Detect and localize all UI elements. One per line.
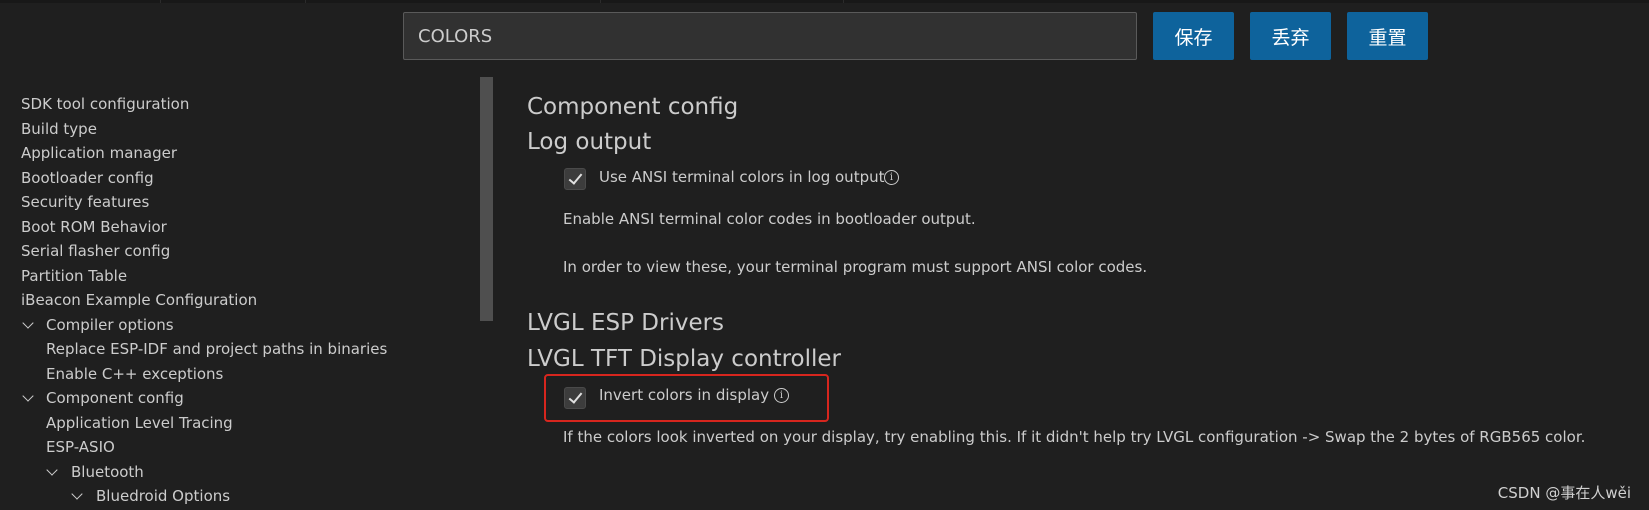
sidebar-item-label: Partition Table <box>21 266 128 285</box>
ansi-colors-checkbox[interactable] <box>564 168 586 190</box>
sidebar-item-boot-rom-behavior[interactable]: Boot ROM Behavior <box>0 215 480 240</box>
sidebar-item-bluedroid-options[interactable]: Bluedroid Options <box>0 484 480 509</box>
sidebar-item-label: Bluetooth <box>71 462 144 481</box>
sidebar-item-compiler-options[interactable]: Compiler options <box>0 313 480 338</box>
sidebar-item-application-manager[interactable]: Application manager <box>0 141 480 166</box>
tab-strip <box>0 0 1649 3</box>
sidebar-item-label: Security features <box>21 193 150 211</box>
tab-separator <box>160 0 161 3</box>
sidebar-item-esp-asio[interactable]: ESP-ASIO <box>0 435 480 460</box>
chevron-down-icon[interactable] <box>46 463 58 476</box>
info-icon[interactable]: i <box>884 170 899 185</box>
sidebar-item-label: SDK tool configuration <box>21 95 190 113</box>
sidebar-item-label: Bluedroid Options <box>96 487 231 505</box>
sidebar-item-label: Serial flasher config <box>21 242 171 260</box>
config-sidebar: SDK tool configuration Build type Applic… <box>0 92 480 509</box>
sidebar-item-label: Replace ESP-IDF and project paths in bin… <box>46 340 388 358</box>
sidebar-item-label: Boot ROM Behavior <box>21 217 167 236</box>
sidebar-item-sdk-tool-configuration[interactable]: SDK tool configuration <box>0 92 480 117</box>
sidebar-item-label: iBeacon Example Configuration <box>21 291 258 309</box>
sidebar-item-bootloader-config[interactable]: Bootloader config <box>0 166 480 191</box>
ansi-colors-option-label: Use ANSI terminal colors in log output <box>599 168 885 186</box>
reset-button[interactable]: 重置 <box>1347 12 1428 60</box>
sidebar-item-label: Build type <box>21 119 97 138</box>
tab-separator <box>843 0 844 3</box>
sidebar-item-label: Application manager <box>21 144 177 162</box>
chevron-down-icon[interactable] <box>71 488 83 500</box>
sidebar-item-label: Bootloader config <box>21 168 154 187</box>
sidebar-item-label: Enable C++ exceptions <box>46 364 224 383</box>
sidebar-item-serial-flasher-config[interactable]: Serial flasher config <box>0 239 480 264</box>
section-title-lvgl-esp-drivers: LVGL ESP Drivers <box>527 310 725 336</box>
sidebar-item-application-level-tracing[interactable]: Application Level Tracing <box>0 411 480 436</box>
section-title-component-config: Component config <box>527 94 739 120</box>
section-subtitle-log-output: Log output <box>527 129 652 155</box>
sidebar-scrollbar[interactable] <box>480 77 493 321</box>
sidebar-item-bluetooth[interactable]: Bluetooth <box>0 460 480 485</box>
sidebar-item-label: Application Level Tracing <box>46 413 233 432</box>
sidebar-item-label: Component config <box>46 389 184 407</box>
highlight-annotation-box <box>544 374 829 422</box>
invert-colors-description: If the colors look inverted on your disp… <box>563 428 1586 446</box>
sidebar-item-label: Compiler options <box>46 315 174 334</box>
section-subtitle-lvgl-tft-display-controller: LVGL TFT Display controller <box>527 346 842 372</box>
tab-separator <box>600 0 601 3</box>
chevron-down-icon[interactable] <box>22 390 34 402</box>
ansi-colors-description: Enable ANSI terminal color codes in boot… <box>563 210 976 228</box>
sidebar-item-partition-table[interactable]: Partition Table <box>0 264 480 289</box>
chevron-down-icon[interactable] <box>22 316 34 329</box>
sidebar-item-label: ESP-ASIO <box>46 438 115 456</box>
sidebar-item-build-type[interactable]: Build type <box>0 117 480 142</box>
sidebar-item-ibeacon-example-configuration[interactable]: iBeacon Example Configuration <box>0 288 480 313</box>
sidebar-item-replace-esp-idf-paths[interactable]: Replace ESP-IDF and project paths in bin… <box>0 337 480 362</box>
ansi-colors-description-note: In order to view these, your terminal pr… <box>563 258 1148 276</box>
watermark: CSDN @事在人wěi <box>1497 484 1631 502</box>
sidebar-item-enable-cpp-exceptions[interactable]: Enable C++ exceptions <box>0 362 480 387</box>
save-button[interactable]: 保存 <box>1153 12 1234 60</box>
sidebar-item-security-features[interactable]: Security features <box>0 190 480 215</box>
tab-separator <box>305 0 306 3</box>
sidebar-item-component-config[interactable]: Component config <box>0 386 480 411</box>
discard-button[interactable]: 丢弃 <box>1250 12 1331 60</box>
search-input[interactable] <box>403 12 1137 60</box>
